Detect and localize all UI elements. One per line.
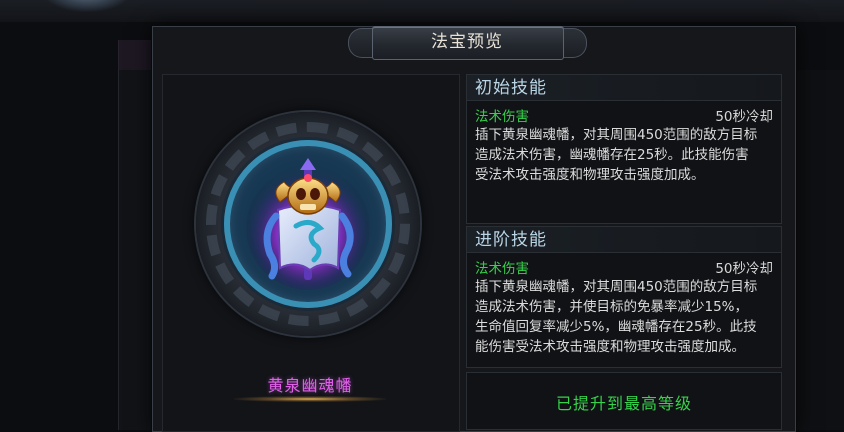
dialog-title: 法宝预览 — [431, 32, 503, 52]
initial-skill-type: 法术伤害 — [475, 109, 529, 125]
initial-skill-box: 法术伤害 50秒冷却 插下黄泉幽魂幡，对其周围450范围的敌方目标 造成法术伤害… — [466, 100, 782, 224]
item-name: 黄泉幽魂幡 — [267, 376, 353, 395]
advanced-skill-box: 法术伤害 50秒冷却 插下黄泉幽魂幡，对其周围450范围的敌方目标 造成法术伤害… — [466, 252, 782, 368]
item-name-glow — [234, 396, 386, 402]
yellow-spring-soul-banner-icon — [246, 158, 370, 290]
initial-skill-header: 初始技能 — [466, 74, 782, 100]
advanced-skill-description: 插下黄泉幽魂幡，对其周围450范围的敌方目标 造成法术伤害，并使目标的免暴率减少… — [475, 277, 773, 357]
advanced-skill-desc-line: 插下黄泉幽魂幡，对其周围450范围的敌方目标 — [475, 279, 758, 295]
advanced-skill-desc-line: 能伤害受法术攻击强度和物理攻击强度加成。 — [475, 339, 745, 355]
advanced-skill-header: 进阶技能 — [466, 226, 782, 252]
initial-skill-cooldown: 50秒冷却 — [715, 109, 773, 125]
advanced-skill-desc-line: 生命值回复率减少5%，幽魂幡存在25秒。此技 — [475, 319, 757, 335]
background-left-highlight — [118, 40, 154, 70]
background-right-panel — [792, 70, 844, 430]
advanced-skill-type: 法术伤害 — [475, 261, 529, 277]
advanced-skill-desc-line: 造成法术伤害，并使目标的免暴率减少15%， — [475, 299, 749, 315]
initial-skill-desc-line: 插下黄泉幽魂幡，对其周围450范围的敌方目标 — [475, 127, 758, 143]
initial-skill-desc-line: 造成法术伤害，幽魂幡存在25秒。此技能伤害 — [475, 147, 749, 163]
initial-skill-desc-line: 受法术攻击强度和物理攻击强度加成。 — [475, 167, 705, 183]
advanced-skill-cooldown: 50秒冷却 — [715, 261, 773, 277]
initial-skill-description: 插下黄泉幽魂幡，对其周围450范围的敌方目标 造成法术伤害，幽魂幡存在25秒。此… — [475, 125, 773, 185]
background-orb-decoration — [42, 0, 132, 12]
max-level-status: 已提升到最高等级 — [555, 394, 692, 413]
